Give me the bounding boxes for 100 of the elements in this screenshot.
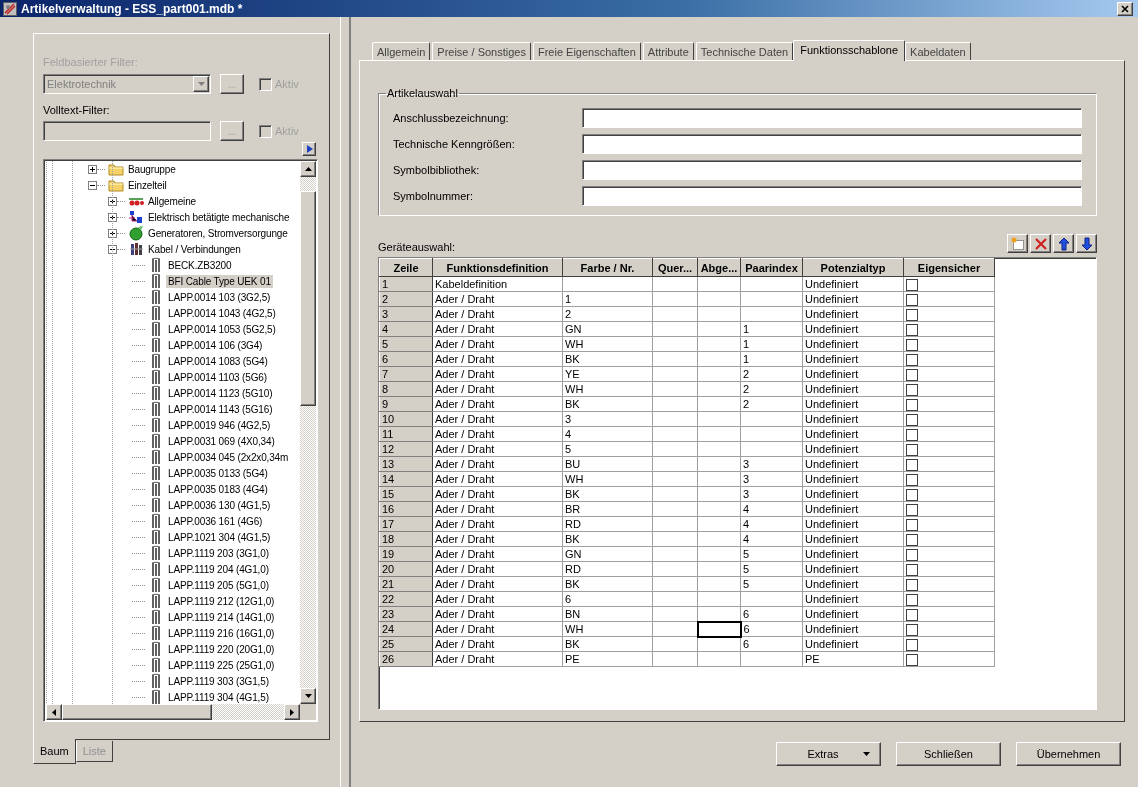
checkbox[interactable] — [906, 503, 918, 516]
tree-item[interactable]: LAPP.0014 103 (3G2,5) — [166, 290, 273, 304]
checkbox[interactable] — [906, 593, 918, 606]
checkbox[interactable] — [906, 638, 918, 651]
dialog-button[interactable]: Übernehmen — [1016, 742, 1121, 766]
checkbox[interactable] — [906, 563, 918, 576]
checkbox[interactable] — [906, 473, 918, 486]
tab[interactable]: Preise / Sonstiges — [432, 42, 531, 60]
tree-item[interactable]: LAPP.0035 0133 (5G4) — [166, 466, 270, 480]
checkbox[interactable] — [906, 383, 918, 396]
expand-icon[interactable] — [108, 228, 117, 238]
move-down-button[interactable] — [1076, 234, 1097, 253]
checkbox[interactable] — [906, 338, 918, 351]
table-cell[interactable] — [697, 306, 741, 322]
checkbox[interactable] — [906, 323, 918, 336]
tree-item[interactable]: LAPP.1119 304 (4G1,5) — [166, 690, 271, 704]
tree-item[interactable]: LAPP.1119 205 (5G1,0) — [166, 578, 271, 592]
table-cell[interactable] — [697, 336, 741, 352]
table-cell[interactable] — [697, 531, 741, 547]
table-cell[interactable] — [697, 456, 741, 472]
checkbox[interactable] — [906, 533, 918, 546]
tree-item[interactable]: Generatoren, Stromversorgunge — [146, 226, 290, 240]
dialog-button[interactable]: Schließen — [896, 742, 1001, 766]
tree-item[interactable]: Einzelteil — [126, 178, 169, 192]
collapse-icon[interactable] — [88, 180, 97, 190]
dialog-button[interactable]: Extras — [776, 742, 881, 766]
tree-item[interactable]: LAPP.1119 216 (16G1,0) — [166, 626, 277, 640]
tree-item[interactable]: LAPP.0014 1143 (5G16) — [166, 402, 275, 416]
checkbox[interactable] — [906, 413, 918, 426]
column-header[interactable]: Paarindex — [740, 258, 803, 277]
column-header[interactable]: Funktionsdefinition — [432, 258, 563, 277]
table-cell[interactable] — [697, 276, 741, 292]
table-cell[interactable] — [697, 576, 741, 592]
table-cell[interactable] — [697, 591, 741, 607]
table-cell[interactable] — [697, 381, 741, 397]
tree-item[interactable]: Kabel / Verbindungen — [146, 242, 243, 256]
tree-item[interactable]: LAPP.1119 220 (20G1,0) — [166, 642, 277, 656]
column-header[interactable]: Zeile — [379, 258, 433, 277]
table-cell[interactable] — [697, 636, 741, 652]
checkbox[interactable] — [906, 488, 918, 501]
tree-item[interactable]: LAPP.1119 303 (3G1,5) — [166, 674, 271, 688]
tab[interactable]: Allgemein — [372, 42, 431, 60]
delete-button[interactable] — [1030, 234, 1051, 253]
tab[interactable]: Freie Eigenschaften — [532, 42, 641, 60]
tree-item[interactable]: Allgemeine — [146, 194, 198, 208]
scrollbar-thumb[interactable] — [62, 704, 212, 720]
column-header[interactable]: Abge... — [697, 258, 741, 277]
expand-icon[interactable] — [108, 196, 117, 206]
splitter[interactable] — [340, 17, 351, 787]
table-cell[interactable] — [697, 471, 741, 487]
tree-item[interactable]: LAPP.0036 130 (4G1,5) — [166, 498, 273, 512]
new-row-button[interactable] — [1007, 234, 1028, 253]
expand-icon[interactable] — [108, 212, 117, 222]
column-header[interactable]: Farbe / Nr. — [562, 258, 653, 277]
column-header[interactable]: Potenzialtyp — [802, 258, 904, 277]
tree-item[interactable]: LAPP.0014 1053 (5G2,5) — [166, 322, 278, 336]
checkbox[interactable] — [906, 578, 918, 591]
checkbox[interactable] — [906, 428, 918, 441]
tab[interactable]: Attribute — [642, 42, 694, 60]
table-cell[interactable] — [697, 291, 741, 307]
tree-item[interactable]: BFI Cable Type UEK 01 — [166, 274, 273, 288]
collapse-icon[interactable] — [108, 244, 117, 254]
column-header[interactable]: Eigensicher — [903, 258, 995, 277]
table-cell[interactable] — [697, 366, 741, 382]
checkbox[interactable] — [906, 653, 918, 666]
table-cell[interactable] — [697, 651, 741, 667]
tree-item[interactable]: LAPP.0019 946 (4G2,5) — [166, 418, 273, 432]
tab[interactable]: Funktionsschablone — [793, 40, 906, 61]
checkbox[interactable] — [906, 278, 918, 291]
checkbox[interactable] — [906, 398, 918, 411]
expand-button[interactable] — [302, 142, 316, 156]
checkbox[interactable] — [906, 518, 918, 531]
checkbox[interactable] — [906, 458, 918, 471]
tab[interactable]: Kabeldaten — [905, 42, 971, 60]
checkbox[interactable] — [906, 608, 918, 621]
input-field[interactable] — [582, 108, 1082, 128]
tree-item[interactable]: Elektrisch betätigte mechanische — [146, 210, 292, 224]
tree-item[interactable]: LAPP.0036 161 (4G6) — [166, 514, 265, 528]
tree-item[interactable]: LAPP.0035 0183 (4G4) — [166, 482, 270, 496]
tree-item[interactable]: LAPP.0014 1083 (5G4) — [166, 354, 270, 368]
tree-item[interactable]: LAPP.0014 1123 (5G10) — [166, 386, 275, 400]
table-cell[interactable] — [697, 396, 741, 412]
column-header[interactable]: Quer... — [652, 258, 698, 277]
table-cell[interactable] — [697, 411, 741, 427]
tree-item[interactable]: LAPP.0014 1043 (4G2,5) — [166, 306, 278, 320]
tab[interactable]: Technische Daten — [695, 42, 794, 60]
table-cell[interactable] — [697, 501, 741, 517]
tree-item[interactable]: LAPP.1119 225 (25G1,0) — [166, 658, 277, 672]
table-cell[interactable] — [697, 441, 741, 457]
table-cell[interactable] — [697, 426, 741, 442]
table-cell[interactable] — [697, 516, 741, 532]
checkbox[interactable] — [906, 293, 918, 306]
table-cell[interactable] — [697, 321, 741, 337]
expand-icon[interactable] — [88, 164, 97, 174]
input-field[interactable] — [582, 186, 1082, 206]
scrollbar-thumb[interactable] — [300, 191, 316, 406]
tree-item[interactable]: LAPP.0014 1103 (5G6) — [166, 370, 269, 384]
tree-item[interactable]: LAPP.0034 045 (2x2x0,34m — [166, 450, 291, 464]
checkbox[interactable] — [906, 308, 918, 321]
input-field[interactable] — [582, 160, 1082, 180]
